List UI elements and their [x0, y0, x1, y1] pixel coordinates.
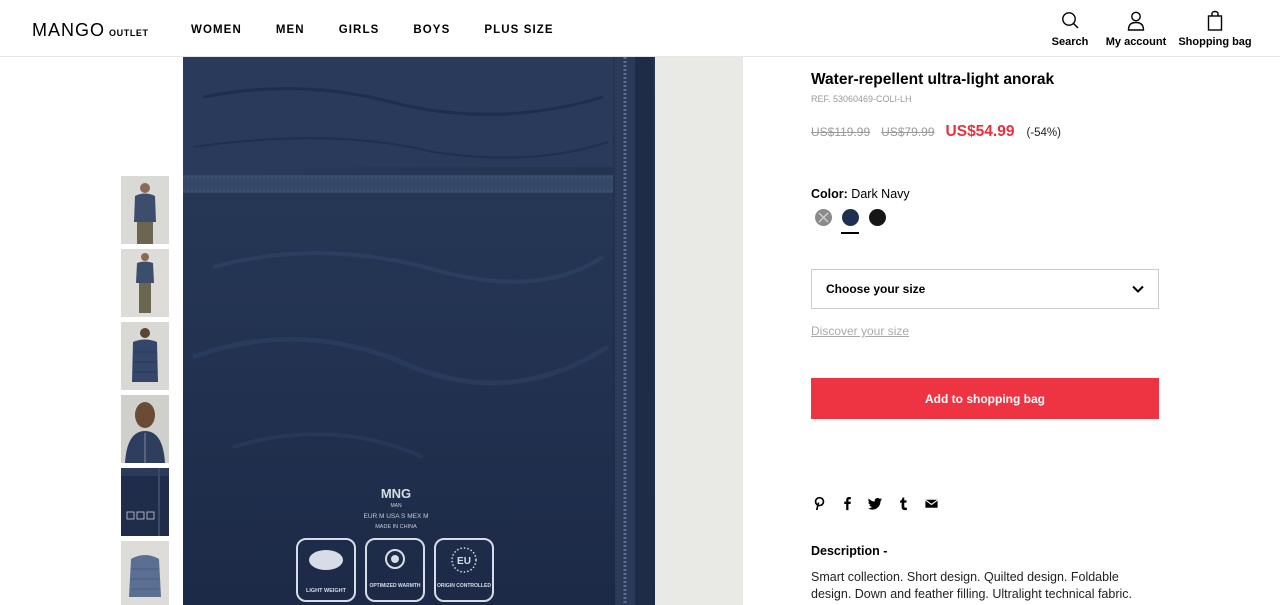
thumbnail-back[interactable]	[121, 322, 169, 390]
tumblr-icon[interactable]	[895, 495, 911, 511]
nav-men[interactable]: MEN	[276, 24, 305, 36]
header-actions: Search My account Shopping bag	[1036, 10, 1254, 48]
product-title: Water-repellent ultra-light anorak	[811, 71, 1055, 88]
unavailable-cross-icon	[818, 212, 829, 223]
nav-women[interactable]: WOMEN	[191, 24, 242, 36]
nav-girls[interactable]: GIRLS	[339, 24, 380, 36]
color-row: Color: Dark Navy	[811, 187, 910, 201]
thumbnail-list	[121, 176, 169, 605]
nav-boys[interactable]: BOYS	[413, 24, 450, 36]
chevron-down-icon	[1132, 285, 1144, 293]
label-sizes: EUR M USA S MEX M	[363, 513, 428, 520]
price-previous: US$79.99	[881, 125, 935, 139]
my-account-button[interactable]: My account	[1104, 10, 1168, 48]
size-placeholder: Choose your size	[826, 282, 926, 296]
label-origin: MADE IN CHINA	[375, 524, 417, 530]
logo-subtext: OUTLET	[109, 28, 149, 38]
badge-origin-controlled: ORIGIN CONTROLLED	[437, 583, 491, 589]
selected-swatch-indicator	[841, 232, 859, 234]
email-icon[interactable]	[923, 495, 939, 511]
swatch-black-dot	[869, 209, 886, 226]
price-original: US$119.99	[811, 125, 871, 139]
color-swatches	[815, 207, 896, 237]
user-icon	[1127, 11, 1145, 31]
share-icons	[811, 495, 951, 511]
swatch-navy-dot	[842, 209, 859, 226]
price-block: US$119.99 US$79.99 US$54.99 (-54%)	[811, 123, 1061, 141]
description-title: Description -	[811, 544, 888, 558]
label-line: MAN	[390, 503, 402, 509]
shopping-bag-button[interactable]: Shopping bag	[1176, 10, 1254, 48]
mango-outlet-logo[interactable]: MANGO OUTLET	[32, 20, 149, 41]
logo-text: MANGO	[32, 20, 106, 40]
product-ref: REF. 53060469-COLI-LH	[811, 94, 912, 104]
search-button[interactable]: Search	[1044, 10, 1096, 48]
bag-label: Shopping bag	[1178, 36, 1252, 48]
swatch-grey[interactable]	[815, 207, 842, 237]
eu-mark: EU	[457, 556, 471, 567]
swatch-dark-navy[interactable]	[841, 207, 869, 237]
thumbnail-detail[interactable]	[121, 468, 169, 536]
thumbnail-full-body[interactable]	[121, 249, 169, 317]
thumbnail-folded[interactable]	[121, 541, 169, 605]
size-dropdown[interactable]: Choose your size	[811, 269, 1159, 309]
thumbnail-front[interactable]	[121, 176, 169, 244]
account-label: My account	[1105, 36, 1167, 48]
site-header: MANGO OUTLET WOMEN MEN GIRLS BOYS PLUS S…	[0, 0, 1280, 57]
color-label: Color:	[811, 187, 848, 201]
search-icon	[1062, 12, 1079, 29]
pinterest-icon[interactable]	[811, 495, 827, 511]
swatch-black[interactable]	[869, 207, 896, 237]
badge-light-weight: LIGHT WEIGHT	[306, 588, 347, 594]
price-current: US$54.99	[945, 123, 1015, 140]
main-nav: WOMEN MEN GIRLS BOYS PLUS SIZE	[191, 24, 588, 36]
color-value: Dark Navy	[851, 187, 910, 201]
description-text: Smart collection. Short design. Quilted …	[811, 570, 1133, 601]
main-product-image[interactable]: MNG MAN EUR M USA S MEX M MADE IN CHINA …	[183, 57, 743, 605]
twitter-icon[interactable]	[867, 495, 883, 511]
add-to-bag-button[interactable]: Add to shopping bag	[811, 378, 1159, 419]
discount-badge: (-54%)	[1026, 127, 1061, 139]
facebook-icon[interactable]	[839, 495, 855, 511]
shopping-bag-icon	[1207, 10, 1223, 31]
nav-plus-size[interactable]: PLUS SIZE	[484, 24, 553, 36]
label-brand: MNG	[381, 486, 411, 501]
badge-optimized-warmth: OPTIMIZED WARMTH	[369, 583, 420, 589]
discover-size-link[interactable]: Discover your size	[811, 324, 909, 338]
search-label: Search	[1051, 36, 1089, 48]
thumbnail-closeup[interactable]	[121, 395, 169, 463]
